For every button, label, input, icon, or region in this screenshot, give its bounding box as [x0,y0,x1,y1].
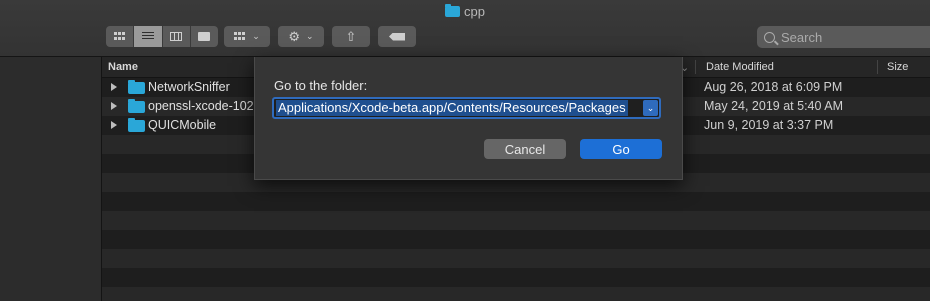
window-title: cpp [0,4,930,19]
action-button[interactable]: ⚙ ⌄ [278,26,324,47]
gallery-icon [198,32,211,41]
tag-icon [389,32,405,41]
disclosure-triangle-icon[interactable] [111,102,117,110]
column-divider[interactable] [695,60,696,74]
columns-icon [170,32,183,41]
finder-window: cpp ⌄ ⚙ ⌄ ⇧ Search Name ⌄ Date Modified … [0,0,930,301]
empty-row [102,268,930,287]
empty-row [102,249,930,268]
chevron-down-icon[interactable]: ⌄ [643,100,658,116]
chevron-down-icon: ⌄ [306,31,314,41]
file-name: NetworkSniffer [148,80,230,94]
folder-icon [128,118,145,132]
go-to-folder-dialog: Go to the folder: Applications/Xcode-bet… [254,57,683,180]
list-view-button[interactable] [134,26,163,47]
column-view-button[interactable] [162,26,191,47]
folder-icon [128,99,145,113]
view-mode-segmented-control [106,26,218,47]
disclosure-triangle-icon[interactable] [111,83,117,91]
cancel-button[interactable]: Cancel [484,139,566,159]
empty-row [102,287,930,301]
grid-icon [113,32,126,41]
file-date: May 24, 2019 at 5:40 AM [704,99,843,113]
share-button[interactable]: ⇧ [332,26,370,47]
empty-row [102,211,930,230]
column-header-date-modified[interactable]: Date Modified [706,61,774,73]
chevron-down-icon: ⌄ [252,31,260,41]
tags-button[interactable] [378,26,416,47]
file-date: Jun 9, 2019 at 3:37 PM [704,118,834,132]
empty-row [102,192,930,211]
folder-path-text[interactable]: Applications/Xcode-beta.app/Contents/Res… [276,100,628,116]
column-header-name[interactable]: Name [108,61,138,73]
share-icon: ⇧ [345,28,357,44]
empty-row [102,230,930,249]
folder-path-input[interactable]: Applications/Xcode-beta.app/Contents/Res… [272,97,661,119]
list-icon [141,32,154,41]
sidebar [0,57,102,301]
group-by-button[interactable]: ⌄ [224,26,270,47]
disclosure-triangle-icon[interactable] [111,121,117,129]
file-name: openssl-xcode-102 [148,99,254,113]
gear-icon: ⚙ [288,28,301,44]
folder-icon [445,4,461,17]
column-divider[interactable] [877,60,878,74]
window-title-text: cpp [464,4,485,19]
search-placeholder: Search [781,29,823,45]
gallery-view-button[interactable] [190,26,218,47]
dialog-label: Go to the folder: [274,78,368,93]
folder-icon [128,80,145,94]
file-date: Aug 26, 2018 at 6:09 PM [704,80,843,94]
icon-view-button[interactable] [106,26,135,47]
search-icon [764,31,775,43]
column-header-size[interactable]: Size [887,61,908,73]
search-field[interactable]: Search [757,26,930,48]
group-icon [234,32,247,41]
toolbar: cpp ⌄ ⚙ ⌄ ⇧ Search [0,0,930,57]
go-button[interactable]: Go [580,139,662,159]
file-name: QUICMobile [148,118,217,132]
